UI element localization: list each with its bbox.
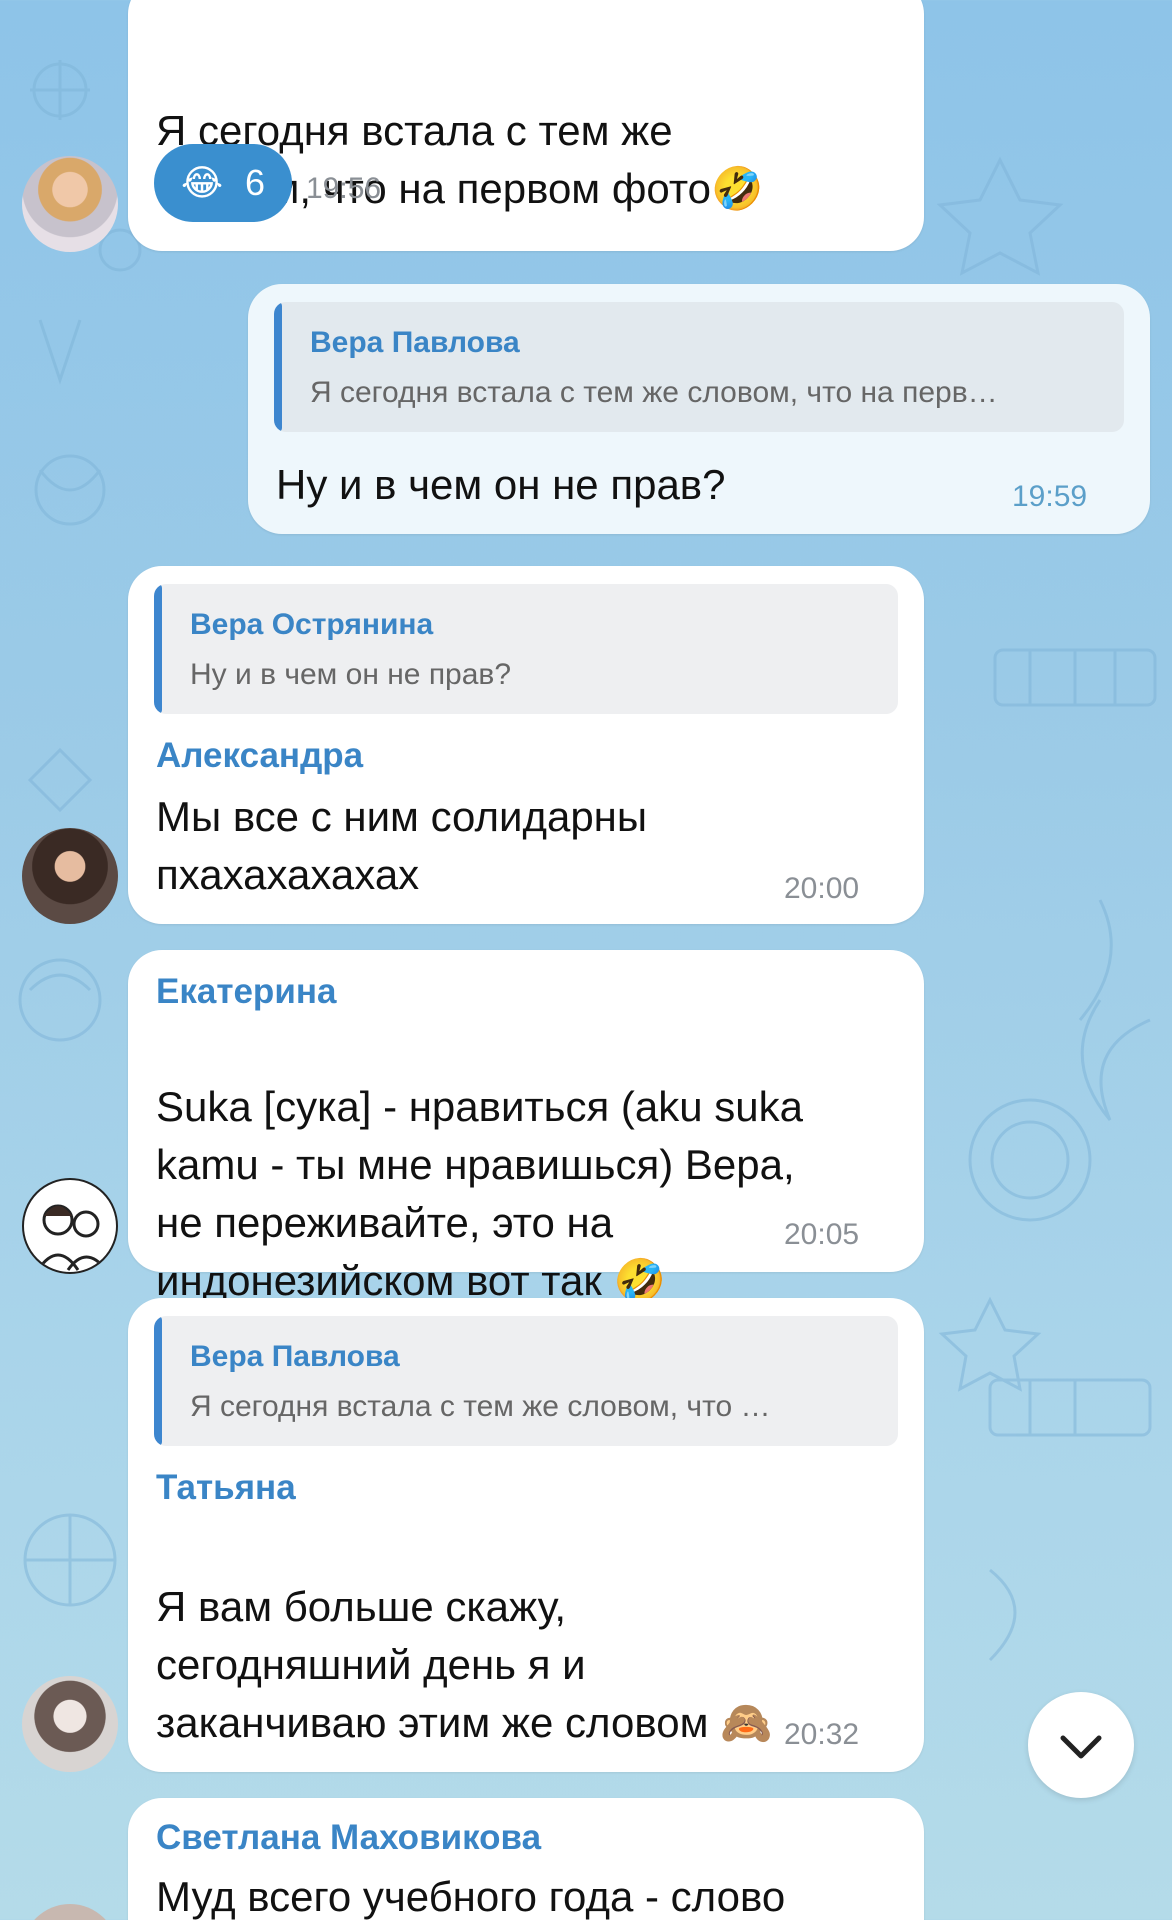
scroll-to-bottom-button[interactable] [1028,1692,1134,1798]
message-time: 20:05 [784,1218,860,1251]
reply-preview[interactable]: Вера Павлова Я сегодня встала с тем же с… [274,302,1124,432]
message-time: 19:56 [306,172,382,205]
message-time: 20:00 [784,872,860,905]
sender-name[interactable]: Татьяна [156,1468,296,1508]
reply-preview[interactable]: Вера Павлова Я сегодня встала с тем же с… [154,1316,898,1446]
avatar-illustration [36,1204,108,1271]
message-text: Мы все с ним солидарны пхахахахахах [156,793,648,898]
sender-name[interactable]: Александра [156,736,363,776]
joy-emoji-icon: 😂 [180,162,224,203]
sender-name[interactable]: Екатерина [156,972,336,1012]
message-text: Ну и в чем он не прав? [276,461,726,508]
chevron-down-icon [1060,1735,1102,1759]
avatar[interactable] [22,828,118,924]
reply-sender: Вера Павлова [190,1340,400,1373]
see-no-evil-emoji: 🙈 [720,1699,773,1746]
reply-text: Я сегодня встала с тем же словом, что на… [310,376,998,409]
reply-sender: Вера Острянина [190,608,434,641]
rofl-emoji: 🤣 [613,1257,666,1304]
message-bubble[interactable]: Вера Острянина Ну и в чем он не прав? Ал… [128,566,924,924]
avatar[interactable] [22,1178,118,1274]
reply-preview[interactable]: Вера Острянина Ну и в чем он не прав? [154,584,898,714]
avatar[interactable] [22,1676,118,1772]
avatar[interactable] [22,1904,118,1920]
message-time: 20:32 [784,1718,860,1751]
message-text: Suka [сука] - нравиться (aku suka kamu -… [156,1083,804,1304]
reply-text: Ну и в чем он не прав? [190,658,512,691]
sender-name[interactable]: Светлана Маховикова [156,1818,541,1858]
message-text: Муд всего учебного года - слово [156,1873,786,1920]
message-time: 19:59 [1012,480,1088,513]
message-bubble[interactable]: Я сегодня встала с тем же словом, что на… [128,0,924,251]
reaction-count: 6 [245,162,266,203]
reply-text: Я сегодня встала с тем же словом, что … [190,1390,771,1423]
reply-sender: Вера Павлова [310,326,520,359]
message-bubble[interactable]: Вера Павлова Я сегодня встала с тем же с… [128,1298,924,1772]
rofl-emoji: 🤣 [710,165,764,212]
message-bubble-outgoing[interactable]: Вера Павлова Я сегодня встала с тем же с… [248,284,1150,534]
avatar[interactable] [22,156,118,252]
message-bubble[interactable]: Екатерина Suka [сука] - нравиться (aku s… [128,950,924,1304]
reaction-badge[interactable]: 😂 6 [154,144,292,222]
message-bubble[interactable]: Светлана Маховикова Муд всего учебного г… [128,1798,924,1920]
